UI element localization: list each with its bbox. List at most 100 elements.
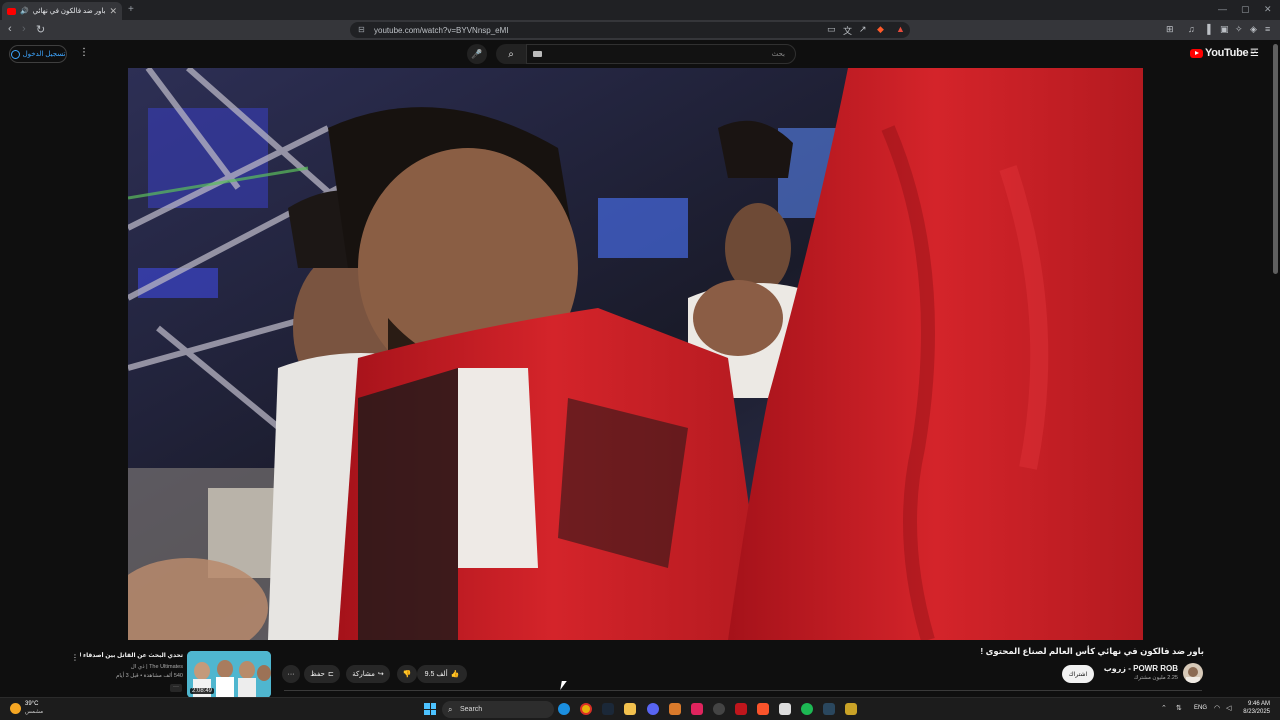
- keyboard-icon[interactable]: [533, 51, 542, 57]
- tray-network-icon[interactable]: ⇅: [1176, 704, 1182, 712]
- recommendation-title[interactable]: تحدي البحث عن القاتل بين أصدقاء TU 🔥: [80, 652, 183, 659]
- wallet-icon[interactable]: ▣: [1220, 24, 1229, 35]
- mouse-cursor-icon: [560, 681, 567, 690]
- like-button[interactable]: 9.5 ألف 👍: [417, 665, 467, 683]
- channel-name[interactable]: POWR ROB - زروب: [1100, 664, 1178, 673]
- like-count: 9.5 ألف: [424, 671, 448, 678]
- youtube-header: تسجيل الدخول ⋮ 🎤 ⌕ بحث YouTube SA ☰: [0, 40, 1280, 68]
- sign-in-button[interactable]: تسجيل الدخول: [9, 45, 67, 63]
- clock-date[interactable]: 8/23/2025: [1240, 709, 1270, 715]
- taskbar-search-label: Search: [460, 706, 483, 713]
- tab-close-icon[interactable]: ✕: [109, 6, 117, 17]
- voice-search-icon[interactable]: 🎤: [467, 44, 487, 64]
- recommendation-more-button[interactable]: ···: [170, 684, 182, 692]
- cast-icon[interactable]: ▭: [827, 24, 836, 35]
- back-icon[interactable]: ‹: [8, 23, 12, 35]
- tab-title: باور ضد فالكون في نهائي كأس: [32, 8, 106, 15]
- subscriber-count: 2.25 مليون مشترك: [1133, 675, 1178, 681]
- vpn-icon[interactable]: ◈: [1250, 24, 1257, 35]
- taskbar-search[interactable]: ⌕ Search: [442, 701, 554, 718]
- brave-rewards-icon[interactable]: ▲: [896, 24, 905, 34]
- recommendation-meta: 540 ألف مشاهدة • قبل 3 أيام: [115, 673, 183, 679]
- browser-tab-strip: 🔊 باور ضد فالكون في نهائي كأس ✕ + — ▢ ✕: [0, 0, 1280, 20]
- search-icon: ⌕: [508, 48, 514, 60]
- steam-icon[interactable]: [602, 703, 614, 715]
- video-title: باور ضد فالكون في نهائي كأس العالم لصناع…: [980, 646, 1204, 656]
- clock-time[interactable]: 9:46 AM: [1240, 701, 1270, 707]
- search-input[interactable]: بحث: [526, 44, 796, 64]
- site-info-icon[interactable]: ⊟: [358, 25, 365, 34]
- divider: [284, 690, 1202, 691]
- app-icon-darkred[interactable]: [735, 703, 747, 715]
- brave-icon[interactable]: [757, 703, 769, 715]
- avatar-image: [1186, 667, 1200, 683]
- guide-menu-icon[interactable]: ☰: [1250, 48, 1259, 59]
- share-label: مشاركة: [352, 671, 375, 678]
- more-actions-button[interactable]: ···: [282, 665, 300, 683]
- search-placeholder: بحث: [771, 51, 785, 58]
- leo-ai-icon[interactable]: ✧: [1235, 24, 1243, 35]
- browser-tab-youtube[interactable]: 🔊 باور ضد فالكون في نهائي كأس ✕: [2, 2, 122, 20]
- audio-playing-icon[interactable]: 🔊: [20, 7, 29, 15]
- discord-icon[interactable]: [647, 703, 659, 715]
- forward-icon[interactable]: ›: [22, 23, 26, 35]
- video-player[interactable]: [128, 68, 1143, 640]
- weather-sun-icon[interactable]: [10, 703, 21, 714]
- logo-text: YouTube: [1205, 47, 1249, 59]
- volume-icon[interactable]: ◁: [1226, 704, 1231, 712]
- reload-icon[interactable]: ↻: [36, 23, 45, 36]
- github-icon[interactable]: [713, 703, 725, 715]
- chrome-icon[interactable]: [580, 703, 592, 715]
- brave-shields-icon[interactable]: ◆: [877, 24, 884, 35]
- weather-description: مشمس: [25, 709, 44, 715]
- subscribe-button[interactable]: اشتراك: [1062, 665, 1094, 683]
- music-icon[interactable]: ♫: [1188, 24, 1195, 34]
- window-close-button[interactable]: ✕: [1264, 4, 1272, 15]
- share-icon: ↪: [377, 671, 384, 678]
- wifi-icon[interactable]: ◠: [1214, 704, 1220, 712]
- browser-toolbar: ‹ › ↻ ◻ ⊟ youtube.com/watch?v=BYVNnsp_eM…: [0, 20, 1280, 40]
- edge-icon[interactable]: [558, 703, 570, 715]
- windows-taskbar: 39°C مشمس ⌕ Search ⌃ ⇅ ENG ◠ ◁ 9:46 AM 8…: [0, 697, 1280, 720]
- weather-temperature[interactable]: 39°C: [25, 701, 38, 707]
- recommendation-menu-icon[interactable]: ⋮: [71, 653, 79, 662]
- browser-menu-icon[interactable]: ≡: [1265, 24, 1270, 34]
- settings-menu-icon[interactable]: ⋮: [79, 47, 89, 58]
- save-label: حفظ: [310, 671, 325, 678]
- address-bar[interactable]: ⊟ youtube.com/watch?v=BYVNnsp_eMI: [350, 22, 910, 38]
- youtube-logo[interactable]: YouTube SA: [1190, 47, 1257, 59]
- share-button[interactable]: مشاركة ↪: [346, 665, 390, 683]
- new-tab-button[interactable]: +: [128, 4, 134, 15]
- file-explorer-icon[interactable]: [624, 703, 636, 715]
- input-language[interactable]: ENG: [1194, 705, 1207, 711]
- recommendation-duration: 2:08:49: [190, 688, 215, 694]
- url-text: youtube.com/watch?v=BYVNnsp_eMI: [374, 25, 509, 35]
- spotify-icon[interactable]: [801, 703, 813, 715]
- sidebar-toggle-icon[interactable]: ⊞: [1166, 24, 1174, 35]
- steam-client-icon[interactable]: [823, 703, 835, 715]
- channel-avatar[interactable]: [1183, 663, 1203, 683]
- share-page-icon[interactable]: ↗: [859, 24, 867, 35]
- save-button[interactable]: حفظ ⊏: [304, 665, 340, 683]
- app-icon-red[interactable]: [691, 703, 703, 715]
- account-icon: [10, 49, 20, 59]
- search-button[interactable]: ⌕: [496, 44, 526, 64]
- bookmark-save-icon: ⊏: [327, 671, 334, 678]
- notepad-icon[interactable]: [779, 703, 791, 715]
- reader-icon[interactable]: ▐: [1204, 24, 1210, 34]
- page-scrollbar[interactable]: [1273, 44, 1278, 274]
- thumbs-up-icon: 👍: [450, 671, 460, 678]
- maximize-button[interactable]: ▢: [1241, 4, 1250, 15]
- app-icon-gold[interactable]: [845, 703, 857, 715]
- thumbs-down-icon: 👎: [402, 671, 412, 678]
- tray-overflow-icon[interactable]: ⌃: [1161, 704, 1167, 712]
- minimize-button[interactable]: —: [1218, 4, 1227, 14]
- sign-in-label: تسجيل الدخول: [22, 51, 66, 58]
- video-frame: [128, 68, 1143, 640]
- app-icon-orange[interactable]: [669, 703, 681, 715]
- translate-icon[interactable]: 文: [843, 24, 852, 37]
- recommendation-channel[interactable]: The Ultimates | ذي ال: [80, 664, 183, 670]
- dislike-button[interactable]: 👎: [397, 665, 417, 683]
- youtube-favicon-icon: [7, 7, 16, 15]
- windows-start-icon[interactable]: [424, 703, 436, 715]
